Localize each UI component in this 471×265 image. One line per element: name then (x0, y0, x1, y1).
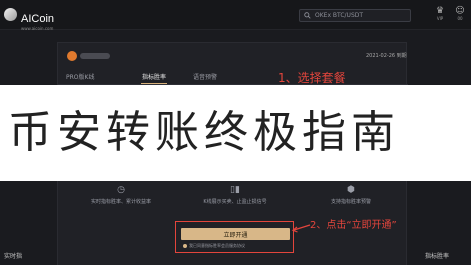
candlestick-icon: ▯▮ (230, 185, 240, 195)
feature-text: K线展示买卖、止盈止损信号 (203, 199, 267, 205)
tab-indicator-winrate[interactable]: 指标胜率 (142, 72, 166, 81)
logo-name: AICoin (21, 13, 55, 25)
logo-icon (4, 8, 17, 21)
modal-tabs: PRO版K线 指标胜率 语音预警 (58, 69, 408, 85)
user-button[interactable]: ☺ 00 (453, 6, 467, 22)
logo[interactable]: AICoin www.aicoin.com (4, 7, 54, 31)
agreement-text: 我已同意指标胜率会员服务协议 (189, 243, 245, 248)
crown-icon: ♛ (435, 6, 445, 16)
avatar (67, 51, 77, 61)
active-tab-indicator (141, 83, 167, 84)
feature-winrate: ◷ 实时指标胜率、累计收益率 (76, 185, 166, 205)
tab-voice-alert[interactable]: 语音预警 (193, 72, 217, 81)
annotation-step1: 1、选择套餐 (278, 71, 346, 85)
expiry-date: 2021-02-26 到期 (366, 53, 407, 59)
search-input[interactable]: OKEx BTC/USDT (299, 9, 411, 22)
modal-header: 2021-02-26 到期 (58, 43, 408, 69)
logo-text: AICoin www.aicoin.com (21, 7, 54, 31)
banner-title: 币安转账终极指南 (8, 107, 400, 158)
bottom-right-label[interactable]: 指标胜率 (425, 251, 449, 260)
logo-url: www.aicoin.com (21, 26, 54, 31)
top-bar: AICoin www.aicoin.com OKEx BTC/USDT ♛ VI… (0, 0, 471, 31)
user-label: 00 (457, 16, 463, 21)
feature-text: 实时指标胜率、累计收益率 (90, 199, 151, 205)
agreement-checkbox[interactable]: 我已同意指标胜率会员服务协议 (183, 243, 245, 249)
clock-icon: ◷ (117, 185, 125, 195)
arrow-icon (291, 224, 311, 233)
vip-label: VIP (436, 16, 444, 21)
annotation-step2: 2、点击“立即开通” (310, 220, 397, 231)
tab-pro-kline[interactable]: PRO版K线 (66, 72, 94, 81)
feature-text: 支持指标胜率预警 (330, 199, 371, 205)
feature-signals: ▯▮ K线展示买卖、止盈止损信号 (190, 185, 280, 205)
title-banner: 币安转账终极指南 (0, 85, 471, 181)
open-now-button[interactable]: 立即开通 (181, 228, 290, 240)
feature-alert: ⬢ 支持指标胜率预警 (306, 185, 396, 205)
hexagon-icon: ⬢ (347, 185, 355, 195)
checkbox-dot (183, 244, 187, 248)
search-icon (304, 12, 311, 19)
user-icon: ☺ (455, 6, 465, 16)
bottom-left-label[interactable]: 实时指 (4, 251, 22, 260)
vip-button[interactable]: ♛ VIP (433, 6, 447, 22)
username-blurred (80, 53, 110, 59)
search-placeholder: OKEx BTC/USDT (315, 12, 364, 19)
